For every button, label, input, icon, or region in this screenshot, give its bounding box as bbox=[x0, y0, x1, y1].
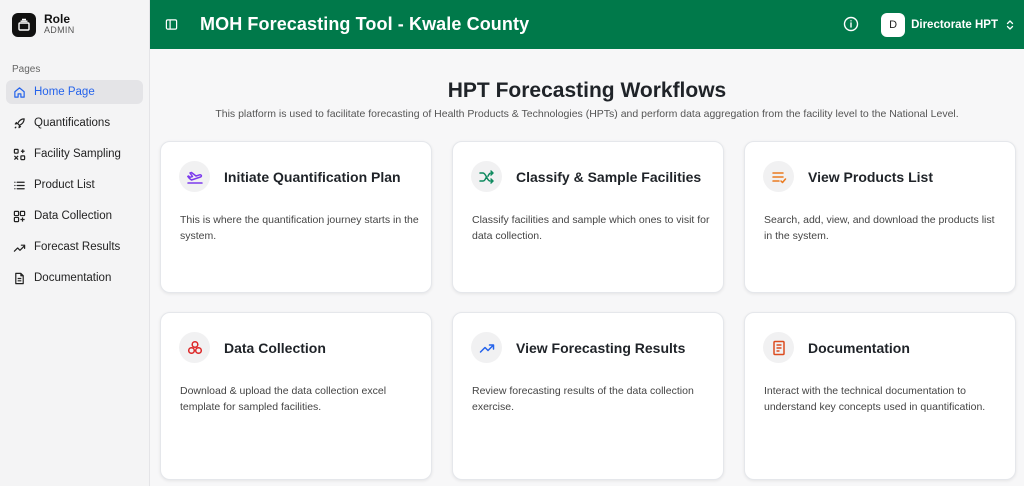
book-icon bbox=[763, 332, 794, 363]
sidebar-item-label: Data Collection bbox=[34, 210, 112, 222]
avatar: D bbox=[881, 13, 906, 37]
workflow-card-initiate-quantification[interactable]: Initiate Quantification Plan This is whe… bbox=[160, 141, 432, 293]
card-description: Search, add, view, and download the prod… bbox=[764, 214, 995, 243]
workflow-card-classify-sample[interactable]: Classify & Sample Facilities Classify fa… bbox=[452, 141, 724, 293]
workflow-card-data-collection[interactable]: Data Collection Download & upload the da… bbox=[160, 312, 432, 480]
top-header: MOH Forecasting Tool - Kwale County D Di… bbox=[150, 0, 1024, 49]
list-icon bbox=[14, 181, 25, 189]
card-description: Review forecasting results of the data c… bbox=[472, 385, 694, 414]
document-icon bbox=[15, 272, 24, 284]
sidebar-nav: Home Page Quantifications Facility Sampl… bbox=[0, 80, 149, 290]
trend-up-icon bbox=[471, 332, 502, 363]
sidebar-item-quantifications[interactable]: Quantifications bbox=[6, 111, 143, 135]
card-title: View Products List bbox=[808, 169, 933, 185]
cells-icon bbox=[179, 332, 210, 363]
user-menu[interactable]: D Directorate HPT bbox=[881, 12, 1016, 38]
sidebar-item-facility-sampling[interactable]: Facility Sampling bbox=[6, 142, 143, 166]
card-description: Download & upload the data collection ex… bbox=[180, 385, 387, 414]
sidebar-item-product-list[interactable]: Product List bbox=[6, 173, 143, 197]
home-icon bbox=[14, 86, 25, 98]
sidebar-item-home-page[interactable]: Home Page bbox=[6, 80, 143, 104]
role-switcher[interactable]: Role ADMIN bbox=[0, 0, 149, 49]
card-title: Classify & Sample Facilities bbox=[516, 169, 702, 185]
sidebar-toggle-button[interactable] bbox=[158, 12, 184, 38]
shuffle-icon bbox=[471, 161, 502, 192]
card-description: Classify facilities and sample which one… bbox=[472, 214, 710, 243]
workflow-card-view-products[interactable]: View Products List Search, add, view, an… bbox=[744, 141, 1016, 293]
sidebar-item-label: Facility Sampling bbox=[34, 148, 121, 160]
pages-section-label: Pages bbox=[12, 64, 41, 75]
sidebar-item-forecast-results[interactable]: Forecast Results bbox=[6, 235, 143, 259]
sidebar-item-documentation[interactable]: Documentation bbox=[6, 266, 143, 290]
plane-icon bbox=[179, 161, 210, 192]
main-content: HPT Forecasting Workflows This platform … bbox=[150, 49, 1024, 486]
sidebar-item-label: Home Page bbox=[34, 86, 95, 98]
card-title: Data Collection bbox=[224, 340, 326, 356]
sidebar: Role ADMIN Pages Home Page Quantificatio… bbox=[0, 0, 150, 486]
card-description: Interact with the technical documentatio… bbox=[764, 385, 986, 414]
page-title: HPT Forecasting Workflows bbox=[447, 79, 727, 102]
list-check-icon bbox=[763, 161, 794, 192]
grid-plus-icon bbox=[13, 210, 26, 222]
workflow-card-documentation[interactable]: Documentation Interact with the technica… bbox=[744, 312, 1016, 480]
role-subtitle: ADMIN bbox=[44, 25, 75, 36]
card-description: This is where the quantification journey… bbox=[180, 214, 419, 243]
app-title: MOH Forecasting Tool - Kwale County bbox=[200, 14, 530, 34]
card-title: Documentation bbox=[808, 340, 910, 356]
sidebar-item-label: Documentation bbox=[34, 272, 112, 284]
card-title: Initiate Quantification Plan bbox=[224, 169, 401, 185]
sampling-icon bbox=[13, 148, 26, 160]
page-description: This platform is used to facilitate fore… bbox=[215, 108, 959, 120]
user-name: Directorate HPT bbox=[911, 19, 998, 31]
sidebar-item-data-collection[interactable]: Data Collection bbox=[6, 204, 143, 228]
sidebar-item-label: Product List bbox=[34, 179, 95, 191]
chevron-up-down-icon bbox=[1006, 20, 1014, 30]
rocket-icon bbox=[14, 117, 25, 129]
card-title: View Forecasting Results bbox=[516, 340, 686, 356]
sidebar-toggle-icon bbox=[165, 19, 177, 30]
sidebar-item-label: Quantifications bbox=[34, 117, 111, 129]
sidebar-item-label: Forecast Results bbox=[34, 241, 121, 253]
info-icon bbox=[843, 16, 859, 32]
role-icon bbox=[12, 12, 36, 37]
workflow-card-view-forecasting-results[interactable]: View Forecasting Results Review forecast… bbox=[452, 312, 724, 480]
trend-icon bbox=[13, 244, 26, 252]
info-button[interactable] bbox=[841, 14, 861, 34]
